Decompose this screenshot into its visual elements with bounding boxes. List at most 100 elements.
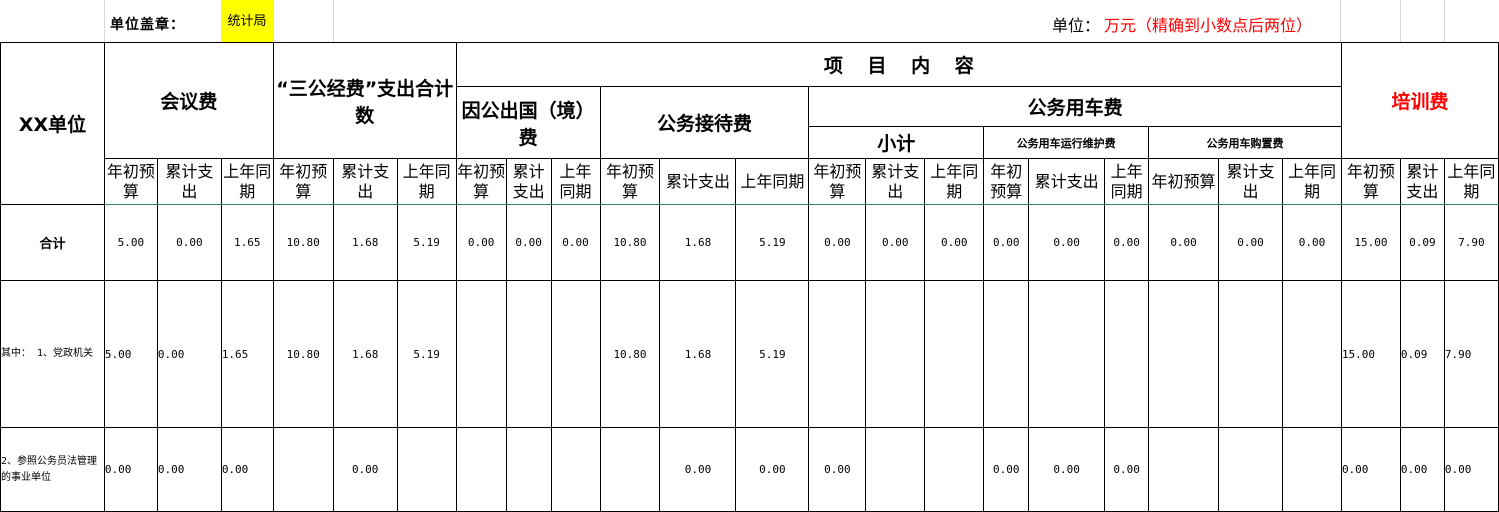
table-cell[interactable]: 0.00	[1104, 204, 1150, 281]
table-cell[interactable]: 5.19	[396, 280, 457, 428]
table-cell[interactable]: 0.00	[1148, 204, 1220, 281]
table-cell[interactable]: 1.65	[220, 204, 274, 281]
table-cell[interactable]: 1.68	[332, 204, 398, 281]
table-cell[interactable]	[1104, 280, 1150, 428]
table-cell[interactable]: 0.00	[103, 427, 158, 512]
table-cell[interactable]	[924, 427, 985, 512]
column-header: 年初预算	[983, 158, 1030, 205]
table-cell[interactable]: 0.00	[983, 204, 1030, 281]
column-header: 上年同期	[550, 158, 601, 205]
table-cell[interactable]	[599, 427, 661, 512]
unit-label: 单位：	[1052, 16, 1101, 35]
table-cell[interactable]: 0.00	[156, 204, 222, 281]
table-cell[interactable]: 0.00	[983, 427, 1030, 512]
column-header: 年初预算	[1148, 158, 1220, 205]
table-cell[interactable]	[272, 427, 334, 512]
table-cell[interactable]: 0.00	[550, 204, 601, 281]
table-cell[interactable]: 0.00	[735, 427, 810, 512]
column-header: 年初预算	[103, 158, 158, 205]
table-cell[interactable]: 1.68	[659, 204, 737, 281]
table-cell[interactable]: 0.00	[808, 427, 867, 512]
table-cell[interactable]: 0.00	[455, 204, 507, 281]
cell-divider	[273, 0, 274, 42]
table-cell[interactable]	[1148, 280, 1220, 428]
table-cell[interactable]	[1218, 280, 1283, 428]
table-cell[interactable]	[505, 280, 552, 428]
column-header: 年初预算	[599, 158, 661, 205]
cell-divider	[1340, 0, 1341, 42]
table-row: 其中： 1、党政机关 5.00 0.00 1.65 10.80 1.68 5.19 10.80…	[0, 280, 1499, 428]
table-cell[interactable]: 1.68	[659, 280, 737, 428]
table-cell[interactable]: 0.00	[1028, 204, 1106, 281]
row-label[interactable]: 2、参照公务员法管理的事业单位	[0, 427, 105, 512]
table-cell[interactable]: 5.00	[103, 204, 158, 281]
column-header: 累计支出	[332, 158, 398, 205]
table-cell[interactable]: 0.00	[924, 204, 985, 281]
table-row: 2、参照公务员法管理的事业单位 0.00 0.00 0.00 0.00 0.00 0.00 0…	[0, 427, 1499, 512]
table-cell[interactable]	[550, 280, 601, 428]
table-cell[interactable]: 5.19	[735, 204, 810, 281]
table-cell[interactable]: 10.80	[599, 204, 661, 281]
table-cell[interactable]	[1281, 427, 1342, 512]
table-cell[interactable]: 0.00	[1218, 204, 1283, 281]
table-cell[interactable]: 0.00	[332, 427, 398, 512]
column-header: 年初预算	[272, 158, 334, 205]
header-training: 培训费	[1340, 42, 1499, 159]
table-cell[interactable]: 0.09	[1399, 280, 1445, 428]
table-cell[interactable]	[1028, 280, 1106, 428]
table-cell[interactable]	[924, 280, 985, 428]
table-cell[interactable]: 0.00	[505, 204, 552, 281]
table-cell[interactable]: 0.00	[1443, 427, 1499, 512]
table-cell[interactable]: 0.09	[1399, 204, 1445, 281]
table-cell[interactable]: 7.90	[1443, 280, 1499, 428]
table-cell[interactable]: 0.00	[156, 280, 222, 428]
header-car: 公务用车费	[808, 86, 1342, 127]
table-cell[interactable]: 0.00	[808, 204, 867, 281]
table-cell[interactable]: 0.00	[1028, 427, 1106, 512]
row-label[interactable]: 合计	[0, 204, 105, 281]
table-cell[interactable]: 1.65	[220, 280, 274, 428]
column-header: 上年同期	[1104, 158, 1150, 205]
table-cell[interactable]	[455, 280, 507, 428]
table-cell[interactable]: 5.19	[396, 204, 457, 281]
table-cell[interactable]: 0.00	[659, 427, 737, 512]
header-car-run: 公务用车运行维护费	[983, 126, 1150, 159]
seal-value-cell[interactable]: 统计局	[221, 0, 273, 42]
table-cell[interactable]	[1148, 427, 1220, 512]
table-cell[interactable]	[865, 280, 926, 428]
table-cell[interactable]: 7.90	[1443, 204, 1499, 281]
table-cell[interactable]: 15.00	[1340, 204, 1401, 281]
table-cell[interactable]	[983, 280, 1030, 428]
table-cell[interactable]	[1281, 280, 1342, 428]
table-cell[interactable]	[455, 427, 507, 512]
table-cell[interactable]: 10.80	[272, 280, 334, 428]
table-cell[interactable]: 15.00	[1340, 280, 1401, 428]
seal-label: 单位盖章：	[110, 17, 185, 33]
column-header: 年初预算	[808, 158, 867, 205]
table-cell[interactable]: 0.00	[156, 427, 222, 512]
table-cell[interactable]: 0.00	[1340, 427, 1401, 512]
table-cell[interactable]	[865, 427, 926, 512]
column-header: 上年同期	[735, 158, 810, 205]
table-cell[interactable]: 5.00	[103, 280, 158, 428]
row-label[interactable]: 其中： 1、党政机关	[0, 280, 105, 428]
table-cell[interactable]: 1.68	[332, 280, 398, 428]
table-cell[interactable]: 10.80	[272, 204, 334, 281]
table-cell[interactable]	[808, 280, 867, 428]
cell-divider	[1400, 0, 1401, 42]
table-cell[interactable]: 0.00	[1399, 427, 1445, 512]
table-cell[interactable]	[550, 427, 601, 512]
table-cell[interactable]: 0.00	[1104, 427, 1150, 512]
table-cell[interactable]: 0.00	[220, 427, 274, 512]
table-cell[interactable]	[396, 427, 457, 512]
table-cell[interactable]	[505, 427, 552, 512]
table-cell[interactable]: 0.00	[1281, 204, 1342, 281]
table-cell[interactable]: 0.00	[865, 204, 926, 281]
table-cell[interactable]: 5.19	[735, 280, 810, 428]
column-header: 累计支出	[156, 158, 222, 205]
header-subtotal: 小计	[808, 126, 985, 159]
column-header: 年初预算	[455, 158, 507, 205]
table-cell[interactable]: 10.80	[599, 280, 661, 428]
cell-divider	[1444, 0, 1445, 42]
table-cell[interactable]	[1218, 427, 1283, 512]
